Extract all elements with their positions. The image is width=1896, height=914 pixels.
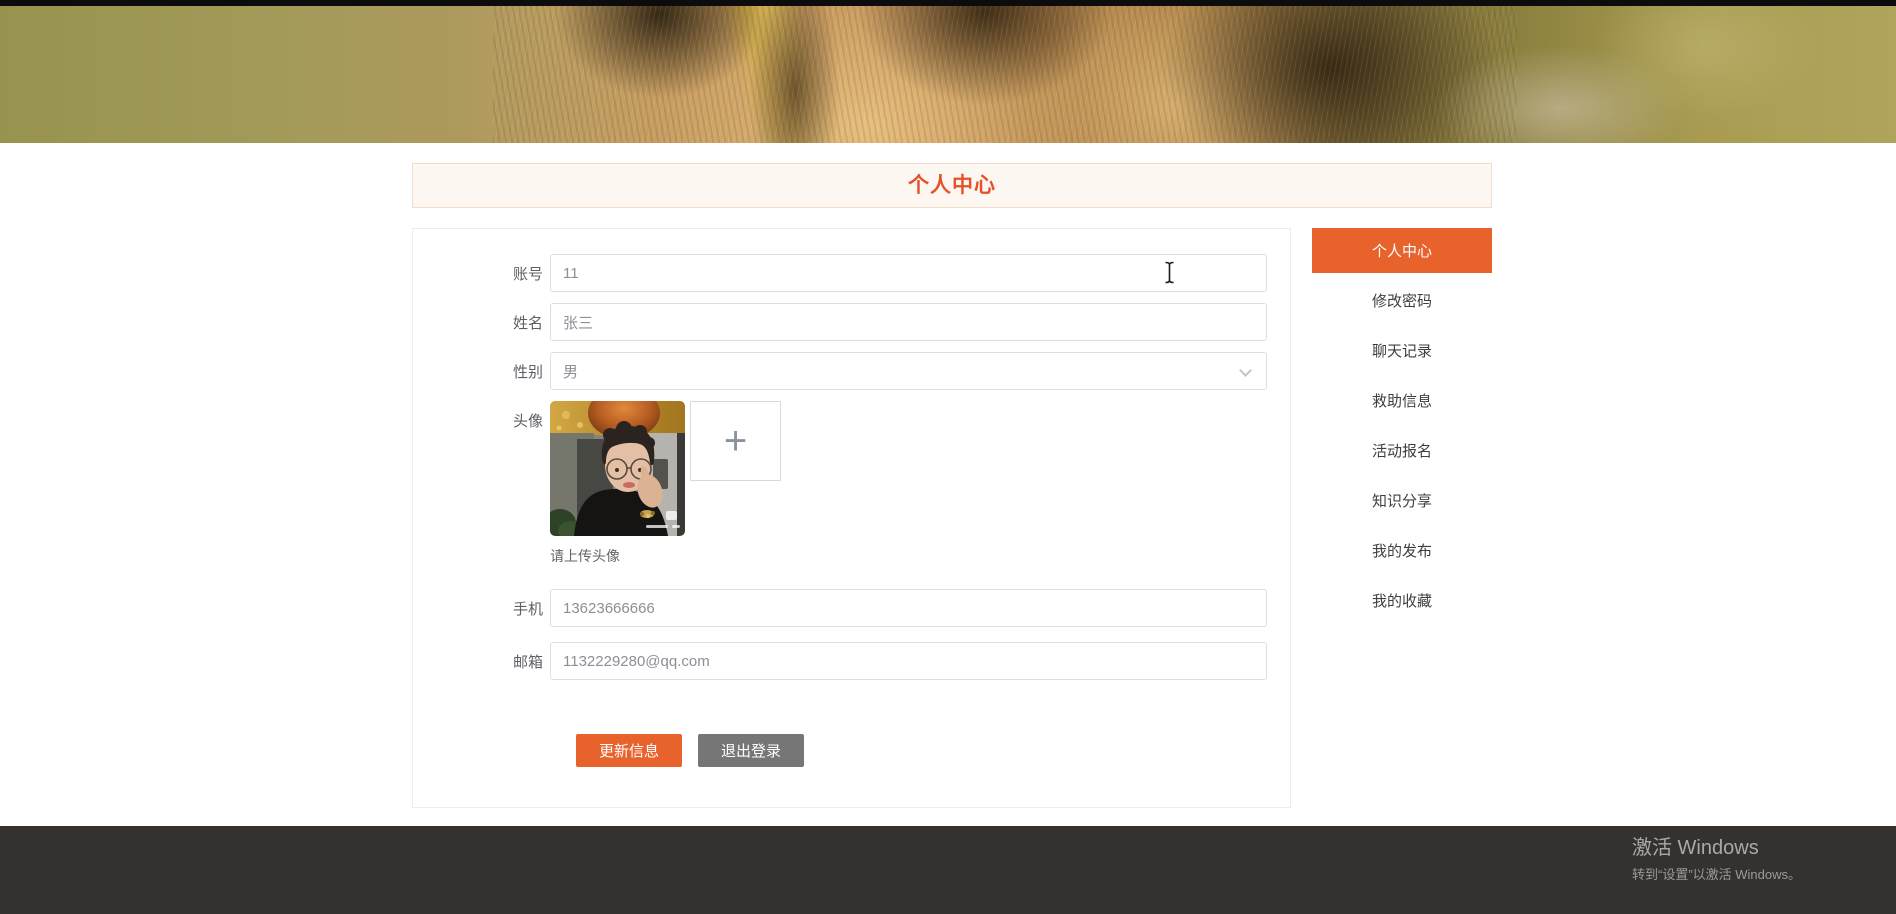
avatar-label: 头像	[512, 413, 543, 430]
plus-icon: +	[723, 419, 748, 463]
email-row: 邮箱	[413, 642, 1290, 680]
account-row: 账号	[413, 254, 1290, 292]
gender-selected-value: 男	[563, 363, 579, 381]
email-label: 邮箱	[512, 653, 543, 671]
avatar-photo	[550, 401, 685, 536]
sidebar-item-rescue-info[interactable]: 救助信息	[1312, 378, 1492, 423]
watermark-line1: 激活 Windows	[1632, 837, 1759, 859]
name-row: 姓名	[413, 303, 1290, 341]
page-title-panel: 个人中心	[412, 163, 1492, 208]
windows-activation-watermark: 激活 Windows 转到“设置”以激活 Windows。	[1632, 831, 1801, 883]
profile-form: 账号 姓名 性别 男 头像	[412, 228, 1291, 808]
page-title: 个人中心	[908, 174, 996, 197]
sidebar-item-personal-center[interactable]: 个人中心	[1312, 228, 1492, 273]
gender-select[interactable]: 男	[550, 352, 1267, 390]
email-input[interactable]	[550, 642, 1267, 680]
phone-input[interactable]	[550, 589, 1267, 627]
update-info-button[interactable]: 更新信息	[576, 734, 683, 767]
gender-row: 性别 男	[413, 352, 1290, 390]
gender-label: 性别	[512, 363, 543, 381]
sidebar-item-change-password[interactable]: 修改密码	[1312, 278, 1492, 323]
account-input[interactable]	[550, 254, 1267, 292]
name-label: 姓名	[512, 314, 543, 332]
avatar-upload-button[interactable]: +	[690, 401, 781, 481]
phone-label: 手机	[512, 600, 543, 618]
sidebar-item-my-posts[interactable]: 我的发布	[1312, 528, 1492, 573]
name-input[interactable]	[550, 303, 1267, 341]
banner-fur-texture	[492, 6, 1517, 143]
form-actions: 更新信息 退出登录	[576, 734, 1290, 767]
avatar-row: 头像 +	[413, 401, 1290, 536]
sidebar-item-chat-history[interactable]: 聊天记录	[1312, 328, 1492, 373]
sidebar-item-my-favorites[interactable]: 我的收藏	[1312, 578, 1492, 623]
watermark-line2: 转到“设置”以激活 Windows。	[1632, 867, 1802, 882]
phone-row: 手机	[413, 589, 1290, 627]
account-label: 账号	[512, 265, 543, 283]
sidebar-item-activity-signup[interactable]: 活动报名	[1312, 428, 1492, 473]
chevron-down-icon	[1239, 364, 1252, 377]
avatar-upload-hint: 请上传头像	[550, 548, 620, 564]
sidebar-menu: 个人中心 修改密码 聊天记录 救助信息 活动报名 知识分享 我的发布 我的收藏	[1312, 228, 1492, 628]
logout-button[interactable]: 退出登录	[698, 734, 805, 767]
banner-image	[0, 6, 1896, 143]
sidebar-item-knowledge-share[interactable]: 知识分享	[1312, 478, 1492, 523]
personal-center-page: 个人中心 账号 姓名 性别 男 头像	[0, 0, 1896, 914]
page-footer: 激活 Windows 转到“设置”以激活 Windows。	[0, 826, 1896, 914]
